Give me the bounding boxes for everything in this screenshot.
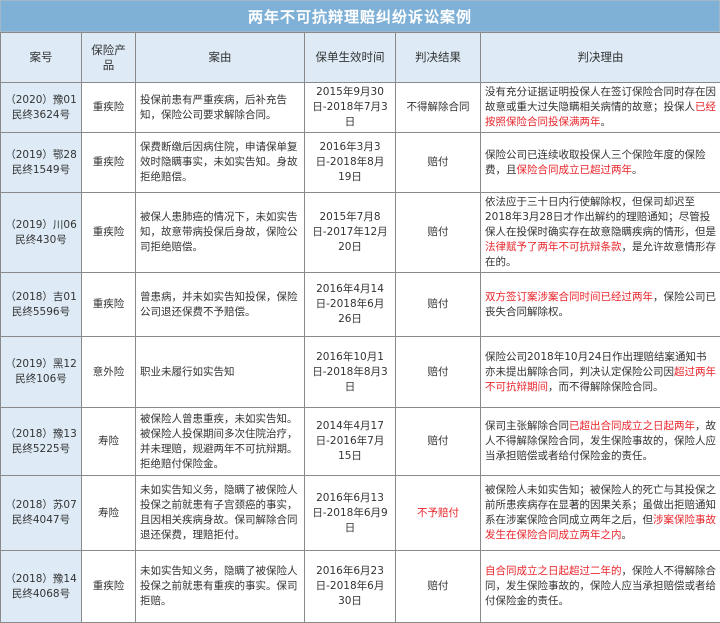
case-cause: 未如实告知义务，隐瞒了被保险人投保之前就患有子宫颈癌的事实，且因相关疾病身故。保… xyxy=(136,476,305,551)
highlighted-reason-text: 保险合同成立已超过两年 xyxy=(517,164,633,176)
table-row: （2019）黑12民终106号意外险职业未履行如实告知2016年10月1日-20… xyxy=(1,337,720,408)
policy-period: 2016年3月3日-2018年8月19日 xyxy=(305,133,396,193)
header-case-no: 案号 xyxy=(1,33,82,83)
highlighted-reason-text: 法律赋予了两年不可抗辩条款 xyxy=(485,241,622,253)
case-number: （2019）黑12民终106号 xyxy=(1,337,82,408)
case-cause: 曾患病，并未如实告知投保，保险公司退还保费不予赔偿。 xyxy=(136,273,305,337)
insurance-product: 重疾险 xyxy=(82,551,136,623)
policy-period: 2014年4月17日-2016年7月15日 xyxy=(305,408,396,476)
judgment-result: 赔付 xyxy=(396,337,481,408)
judgment-reason: 保险公司已连续收取投保人三个保险年度的保险费，且保险合同成立已超过两年。 xyxy=(481,133,720,193)
case-number: （2018）苏07民终4047号 xyxy=(1,476,82,551)
judgment-result: 赔付 xyxy=(396,408,481,476)
case-number: （2018）豫14民终4068号 xyxy=(1,551,82,623)
insurance-product: 意外险 xyxy=(82,337,136,408)
header-result: 判决结果 xyxy=(396,33,481,83)
judgment-result: 不得解除合同 xyxy=(396,83,481,133)
case-number: （2018）吉01民终5596号 xyxy=(1,273,82,337)
judgment-reason: 自合同成立之日起超过二年的，保险人不得解除合同，发生保险事故的，保险人应当承担赔… xyxy=(481,551,720,623)
table-row: （2020）豫01民终3624号重疾险投保前患有严重疾病，后补充告知，保险公司要… xyxy=(1,83,720,133)
highlighted-reason-text: 双方签订案涉案合同时间已经过两年 xyxy=(485,291,653,303)
reason-text: ，而不得解除保险合同。 xyxy=(548,381,664,393)
header-row: 案号 保险产品 案由 保单生效时间 判决结果 判决理由 xyxy=(1,33,720,83)
judgment-result: 不予赔付 xyxy=(396,476,481,551)
case-cause: 被保险人曾患重疾，未如实告知。被保险人投保期间多次住院治疗，并未理赔，规避两年不… xyxy=(136,408,305,476)
case-cause: 职业未履行如实告知 xyxy=(136,337,305,408)
highlighted-reason-text: 自合同成立之日起超过二年的 xyxy=(485,565,622,577)
case-number: （2020）豫01民终3624号 xyxy=(1,83,82,133)
judgment-reason: 双方签订案涉案合同时间已经过两年，保险公司已丧失合同解除权。 xyxy=(481,273,720,337)
policy-period: 2016年4月14日-2018年6月26日 xyxy=(305,273,396,337)
table-title: 两年不可抗辩理赔纠纷诉讼案例 xyxy=(0,0,720,32)
insurance-product: 寿险 xyxy=(82,408,136,476)
highlighted-reason-text: 已超出合同成立之日起两年 xyxy=(569,420,695,432)
header-product: 保险产品 xyxy=(82,33,136,83)
header-period: 保单生效时间 xyxy=(305,33,396,83)
table-row: （2018）苏07民终4047号寿险未如实告知义务，隐瞒了被保险人投保之前就患有… xyxy=(1,476,720,551)
judgment-reason: 保险公司2018年10月24日作出理赔结案通知书亦未提出解除合同，判决认定保险公… xyxy=(481,337,720,408)
insurance-product: 寿险 xyxy=(82,476,136,551)
reason-text: 没有充分证据证明投保人在签订保险合同时存在因故意或重大过失隐瞒相关病情的故意；投… xyxy=(485,86,716,113)
judgment-result: 赔付 xyxy=(396,133,481,193)
insurance-product: 重疾险 xyxy=(82,193,136,273)
policy-period: 2016年10月1日-2018年8月3日 xyxy=(305,337,396,408)
judgment-reason: 依法应于三十日内行使解除权，但保司却迟至2018年3月28日才作出解约的理赔通知… xyxy=(481,193,720,273)
policy-period: 2016年6月23日-2018年6月30日 xyxy=(305,551,396,623)
table-row: （2018）吉01民终5596号重疾险曾患病，并未如实告知投保，保险公司退还保费… xyxy=(1,273,720,337)
case-cause: 保费断缴后因病住院，申请保单复效时隐瞒事实，未如实告知。身故拒绝赔偿。 xyxy=(136,133,305,193)
case-cause: 投保前患有严重疾病，后补充告知，保险公司要求解除合同。 xyxy=(136,83,305,133)
policy-period: 2015年7月8日-2017年12月20日 xyxy=(305,193,396,273)
header-cause: 案由 xyxy=(136,33,305,83)
insurance-product: 重疾险 xyxy=(82,273,136,337)
table-row: （2019）鄂28民终1549号重疾险保费断缴后因病住院，申请保单复效时隐瞒事实… xyxy=(1,133,720,193)
case-cause: 未如实告知义务，隐瞒了被保险人投保之前就患有重疾的事实。保司拒赔。 xyxy=(136,551,305,623)
judgment-reason: 没有充分证据证明投保人在签订保险合同时存在因故意或重大过失隐瞒相关病情的故意；投… xyxy=(481,83,720,133)
reason-text: 。 xyxy=(622,529,633,541)
judgment-result: 赔付 xyxy=(396,273,481,337)
policy-period: 2015年9月30日-2018年7月3日 xyxy=(305,83,396,133)
case-cause: 被保人患肺癌的情况下，未如实告知，故意带病投保后身故，保险公司拒绝赔偿。 xyxy=(136,193,305,273)
header-reason: 判决理由 xyxy=(481,33,720,83)
table-row: （2019）川06民终430号重疾险被保人患肺癌的情况下，未如实告知，故意带病投… xyxy=(1,193,720,273)
case-table: 案号 保险产品 案由 保单生效时间 判决结果 判决理由 （2020）豫01民终3… xyxy=(0,32,720,623)
reason-text: 保司主张解除合同 xyxy=(485,420,569,432)
insurance-product: 重疾险 xyxy=(82,83,136,133)
case-number: （2018）豫13民终5225号 xyxy=(1,408,82,476)
insurance-product: 重疾险 xyxy=(82,133,136,193)
judgment-result: 赔付 xyxy=(396,193,481,273)
reason-text: 依法应于三十日内行使解除权，但保司却迟至2018年3月28日才作出解约的理赔通知… xyxy=(485,196,716,238)
table-row: （2018）豫13民终5225号寿险被保险人曾患重疾，未如实告知。被保险人投保期… xyxy=(1,408,720,476)
reason-text: 。 xyxy=(632,164,643,176)
reason-text: 。 xyxy=(601,116,612,128)
table-row: （2018）豫14民终4068号重疾险未如实告知义务，隐瞒了被保险人投保之前就患… xyxy=(1,551,720,623)
judgment-result: 赔付 xyxy=(396,551,481,623)
case-number: （2019）川06民终430号 xyxy=(1,193,82,273)
judgment-reason: 保司主张解除合同已超出合同成立之日起两年，故人不得解除保险合同，发生保险事故的，… xyxy=(481,408,720,476)
policy-period: 2016年6月13日-2018年6月9日 xyxy=(305,476,396,551)
case-number: （2019）鄂28民终1549号 xyxy=(1,133,82,193)
judgment-reason: 被保险人未如实告知；被保险人的死亡与其投保之前所患疾病存在显著的因果关系；虽做出… xyxy=(481,476,720,551)
